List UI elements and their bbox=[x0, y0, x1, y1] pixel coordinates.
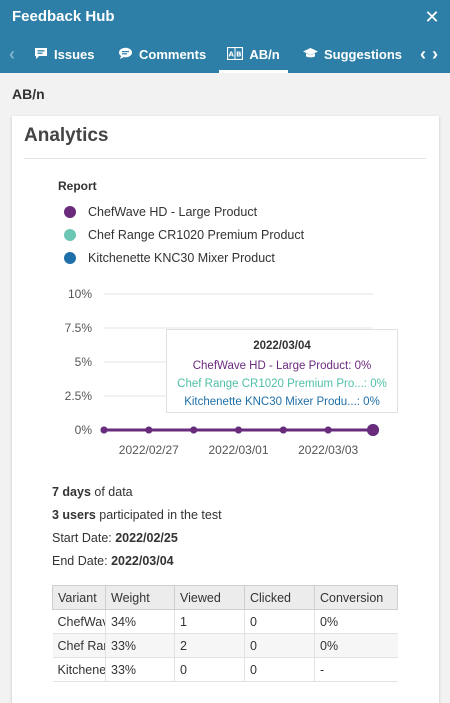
divider bbox=[24, 158, 426, 159]
cell-conversion: - bbox=[314, 657, 398, 682]
cell-viewed: 2 bbox=[174, 633, 245, 658]
start-date-label: Start Date: bbox=[52, 531, 116, 545]
svg-text:B: B bbox=[236, 50, 241, 58]
stat-users-value: 3 users bbox=[52, 508, 96, 522]
cell-clicked: 0 bbox=[244, 633, 315, 658]
tab-abn-label: AB/n bbox=[249, 47, 280, 62]
stat-start-date: Start Date: 2022/02/25 bbox=[52, 531, 178, 545]
end-date-value: 2022/03/04 bbox=[111, 554, 174, 568]
graduation-cap-icon bbox=[303, 47, 318, 62]
cell-variant: Kitchenette bbox=[52, 657, 106, 682]
card-title: Analytics bbox=[24, 125, 109, 146]
cell-clicked: 0 bbox=[244, 609, 315, 634]
data-point bbox=[324, 426, 332, 434]
cell-viewed: 1 bbox=[174, 609, 245, 634]
column-header[interactable]: Clicked bbox=[244, 585, 315, 610]
cell-weight: 33% bbox=[105, 657, 175, 682]
tab-issues[interactable]: Issues bbox=[34, 36, 94, 73]
data-point bbox=[100, 426, 108, 434]
table-row[interactable]: ChefWave 34% 1 0 0% bbox=[52, 609, 398, 634]
y-tick-label: 0% bbox=[75, 423, 93, 437]
chat-bubble-icon bbox=[34, 47, 48, 63]
stat-days-value: 7 days bbox=[52, 485, 91, 499]
stat-users-text: participated in the test bbox=[95, 508, 222, 522]
tab-comments-label: Comments bbox=[139, 47, 207, 62]
svg-text:A: A bbox=[229, 50, 235, 58]
tooltip-date: 2022/03/04 bbox=[253, 340, 311, 352]
x-tick-label: 2022/03/01 bbox=[208, 443, 268, 457]
chart-tooltip: 2022/03/04 ChefWave HD - Large Product: … bbox=[166, 329, 398, 413]
cell-weight: 34% bbox=[105, 609, 175, 634]
column-header[interactable]: Variant bbox=[52, 585, 106, 610]
data-point bbox=[367, 424, 379, 436]
tab-suggestions-label: Suggestions bbox=[324, 47, 403, 62]
ab-icon: AB bbox=[227, 46, 244, 63]
stat-end-date: End Date: 2022/03/04 bbox=[52, 554, 174, 568]
tooltip-line: Kitchenette KNC30 Mixer Produ...: 0% bbox=[184, 396, 380, 408]
legend-item[interactable]: Chef Range CR1020 Premium Product bbox=[64, 226, 304, 244]
stat-days: 7 days of data bbox=[52, 485, 133, 499]
data-point bbox=[235, 426, 242, 434]
cell-conversion: 0% bbox=[314, 609, 398, 634]
cell-variant: Chef Range bbox=[52, 633, 106, 658]
end-date-label: End Date: bbox=[52, 554, 112, 568]
tab-overflow-indicator: ‹ bbox=[420, 44, 426, 64]
y-tick-label: 5% bbox=[75, 355, 93, 369]
legend-label: Chef Range CR1020 Premium Product bbox=[88, 228, 305, 242]
column-header[interactable]: Weight bbox=[105, 585, 175, 610]
tab-issues-label: Issues bbox=[54, 47, 95, 62]
tooltip-line: ChefWave HD - Large Product: 0% bbox=[192, 360, 372, 372]
tooltip-line: Chef Range CR1020 Premium Pro...: 0% bbox=[177, 378, 387, 390]
y-tick-label: 2.5% bbox=[65, 389, 93, 403]
tab-abn[interactable]: AB AB/n bbox=[219, 36, 288, 73]
tab-comments[interactable]: Comments bbox=[118, 36, 206, 73]
comment-icon bbox=[118, 47, 133, 63]
legend-item[interactable]: Kitchenette KNC30 Mixer Product bbox=[64, 249, 275, 267]
cell-clicked: 0 bbox=[244, 657, 315, 682]
chevron-left-icon[interactable]: ‹ bbox=[5, 44, 19, 64]
cell-variant: ChefWave bbox=[52, 609, 106, 634]
y-tick-label: 10% bbox=[68, 287, 92, 301]
column-header[interactable]: Conversion bbox=[314, 585, 398, 610]
cell-conversion: 0% bbox=[314, 633, 398, 658]
variants-table: Variant Weight Viewed Clicked Conversion… bbox=[52, 585, 398, 682]
y-tick-label: 7.5% bbox=[65, 321, 93, 335]
chevron-right-icon[interactable]: › bbox=[428, 44, 442, 64]
data-point bbox=[145, 426, 153, 434]
close-icon[interactable]: ✕ bbox=[424, 7, 440, 27]
start-date-value: 2022/02/25 bbox=[115, 531, 178, 545]
legend-label: Kitchenette KNC30 Mixer Product bbox=[88, 251, 275, 265]
legend-swatch bbox=[64, 229, 76, 241]
tab-bar: ‹ Issues Comments AB AB/n Suggestions ‹ … bbox=[0, 36, 450, 73]
cell-weight: 33% bbox=[105, 633, 175, 658]
report-title: Report bbox=[58, 179, 97, 193]
table-header-row: Variant Weight Viewed Clicked Conversion bbox=[52, 585, 398, 610]
cell-viewed: 0 bbox=[174, 657, 245, 682]
stat-users: 3 users participated in the test bbox=[52, 508, 222, 522]
legend-item[interactable]: ChefWave HD - Large Product bbox=[64, 203, 257, 221]
legend-swatch bbox=[64, 206, 76, 218]
x-tick-label: 2022/03/03 bbox=[298, 443, 358, 457]
table-row[interactable]: Chef Range 33% 2 0 0% bbox=[52, 633, 398, 658]
tab-suggestions[interactable]: Suggestions bbox=[303, 36, 402, 73]
window-title: Feedback Hub bbox=[12, 8, 115, 25]
stat-days-text: of data bbox=[90, 485, 133, 499]
column-header[interactable]: Viewed bbox=[174, 585, 245, 610]
legend-label: ChefWave HD - Large Product bbox=[88, 205, 258, 219]
data-point bbox=[190, 426, 198, 434]
table-row[interactable]: Kitchenette 33% 0 0 - bbox=[52, 657, 398, 682]
analytics-card: Analytics Report ChefWave HD - Large Pro… bbox=[12, 116, 439, 703]
section-heading: AB/n bbox=[12, 86, 45, 102]
data-point bbox=[279, 426, 287, 434]
title-bar: Feedback Hub ✕ bbox=[0, 0, 450, 36]
legend-swatch bbox=[64, 252, 76, 264]
x-tick-label: 2022/02/27 bbox=[119, 443, 179, 457]
